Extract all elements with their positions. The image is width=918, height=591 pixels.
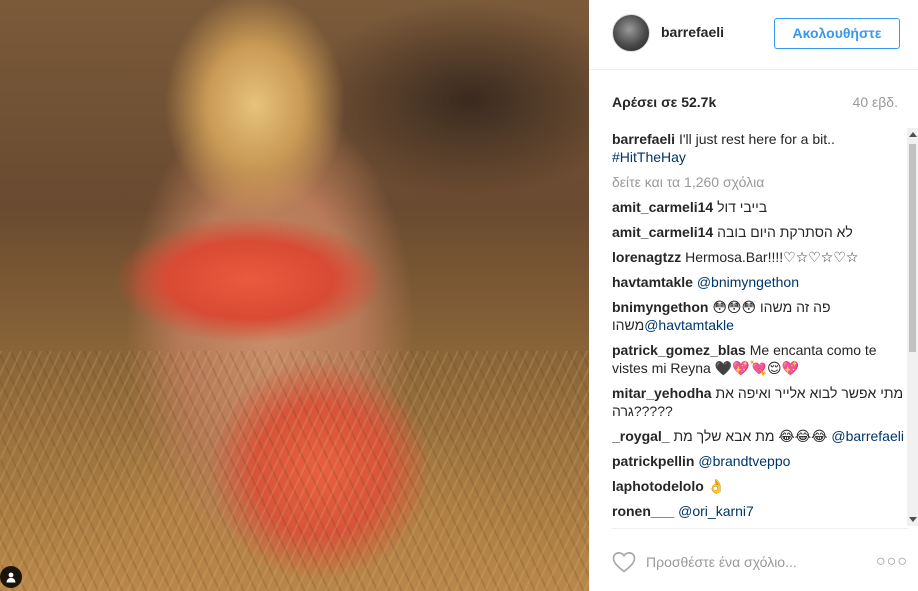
- list-item: amit_carmeli14 לא הסתרקת היום בובה: [612, 223, 908, 241]
- comment-input[interactable]: [646, 551, 856, 573]
- comment-text: Hermosa.Bar!!!!♡☆♡☆♡☆: [685, 249, 859, 265]
- post-header: barrefaeli Ακολουθήστε: [589, 0, 918, 70]
- comment-username[interactable]: ronen___: [612, 503, 674, 519]
- list-item: patrick_gomez_blas Me encanta como te vi…: [612, 341, 908, 377]
- caption: barrefaeli I'll just rest here for a bit…: [612, 130, 908, 166]
- caption-hashtag[interactable]: #HitTheHay: [612, 149, 686, 165]
- comment-text: 😳😳😳 פה זה משהו: [712, 299, 831, 315]
- comment-mention[interactable]: @bnimyngethon: [697, 274, 799, 290]
- comment-bar: ○○○: [612, 528, 908, 591]
- more-options-icon[interactable]: ○○○: [876, 554, 908, 570]
- comment-text: מת אבא שלך מת 😂😂😂: [673, 428, 828, 444]
- comment-text: בייבי דול: [717, 199, 768, 215]
- comment-mention[interactable]: @brandtveppo: [698, 453, 790, 469]
- comment-username[interactable]: bnimyngethon: [612, 299, 708, 315]
- list-item: ronen___ @ori_karni7: [612, 502, 908, 520]
- scroll-thumb[interactable]: [909, 144, 916, 352]
- photo-hay-texture: [0, 351, 589, 591]
- list-item: bnimyngethon 😳😳😳 פה זה משהו משהו@havtamt…: [612, 298, 908, 334]
- comment-text: לא הסתרקת היום בובה: [717, 224, 853, 240]
- comment-username[interactable]: laphotodelolo: [612, 478, 704, 494]
- list-item: laphotodelolo 👌: [612, 477, 908, 495]
- list-item: amit_carmeli14 בייבי דול: [612, 198, 908, 216]
- post-photo[interactable]: [0, 0, 589, 591]
- comment-text: 👌: [707, 478, 726, 494]
- likes-count[interactable]: Αρέσει σε 52.7k: [612, 94, 716, 110]
- load-more-comments[interactable]: δείτε και τα 1,260 σχόλια: [612, 173, 908, 191]
- comment-username[interactable]: amit_carmeli14: [612, 199, 713, 215]
- comments-scrollbar[interactable]: [907, 128, 918, 526]
- comment-mention[interactable]: @havtamtakle: [644, 317, 734, 333]
- comment-mention[interactable]: @barrefaeli: [831, 428, 904, 444]
- comment-username[interactable]: patrick_gomez_blas: [612, 342, 746, 358]
- comment-username[interactable]: patrickpellin: [612, 453, 694, 469]
- comment-username[interactable]: lorenagtzz: [612, 249, 681, 265]
- scroll-up-arrow-icon[interactable]: [909, 132, 917, 137]
- list-item: _roygal_ מת אבא שלך מת 😂😂😂 @barrefaeli: [612, 427, 908, 445]
- comments-list: barrefaeli I'll just rest here for a bit…: [612, 122, 908, 524]
- post-sidebar: barrefaeli Ακολουθήστε Αρέσει σε 52.7k 4…: [589, 0, 918, 591]
- list-item: havtamtakle @bnimyngethon: [612, 273, 908, 291]
- user-tag-icon[interactable]: [0, 566, 22, 588]
- comment-text-continued: משהו: [612, 317, 645, 333]
- avatar[interactable]: [612, 14, 650, 52]
- heart-outline-icon[interactable]: [612, 551, 636, 573]
- comment-username[interactable]: _roygal_: [612, 428, 670, 444]
- list-item: mitar_yehodha מתי אפשר לבוא אלייר ואיפה …: [612, 384, 908, 420]
- username-link[interactable]: barrefaeli: [661, 24, 724, 40]
- comment-username[interactable]: havtamtakle: [612, 274, 693, 290]
- caption-text: I'll just rest here for a bit..: [678, 131, 835, 147]
- follow-button[interactable]: Ακολουθήστε: [774, 18, 900, 49]
- comment-mention[interactable]: @ori_karni7: [678, 503, 754, 519]
- comment-username[interactable]: mitar_yehodha: [612, 385, 712, 401]
- list-item: patrickpellin @brandtveppo: [612, 452, 908, 470]
- caption-username[interactable]: barrefaeli: [612, 131, 675, 147]
- comment-username[interactable]: amit_carmeli14: [612, 224, 713, 240]
- list-item: lorenagtzz Hermosa.Bar!!!!♡☆♡☆♡☆: [612, 248, 908, 266]
- scroll-down-arrow-icon[interactable]: [909, 517, 917, 522]
- timestamp[interactable]: 40 εβδ.: [853, 94, 898, 110]
